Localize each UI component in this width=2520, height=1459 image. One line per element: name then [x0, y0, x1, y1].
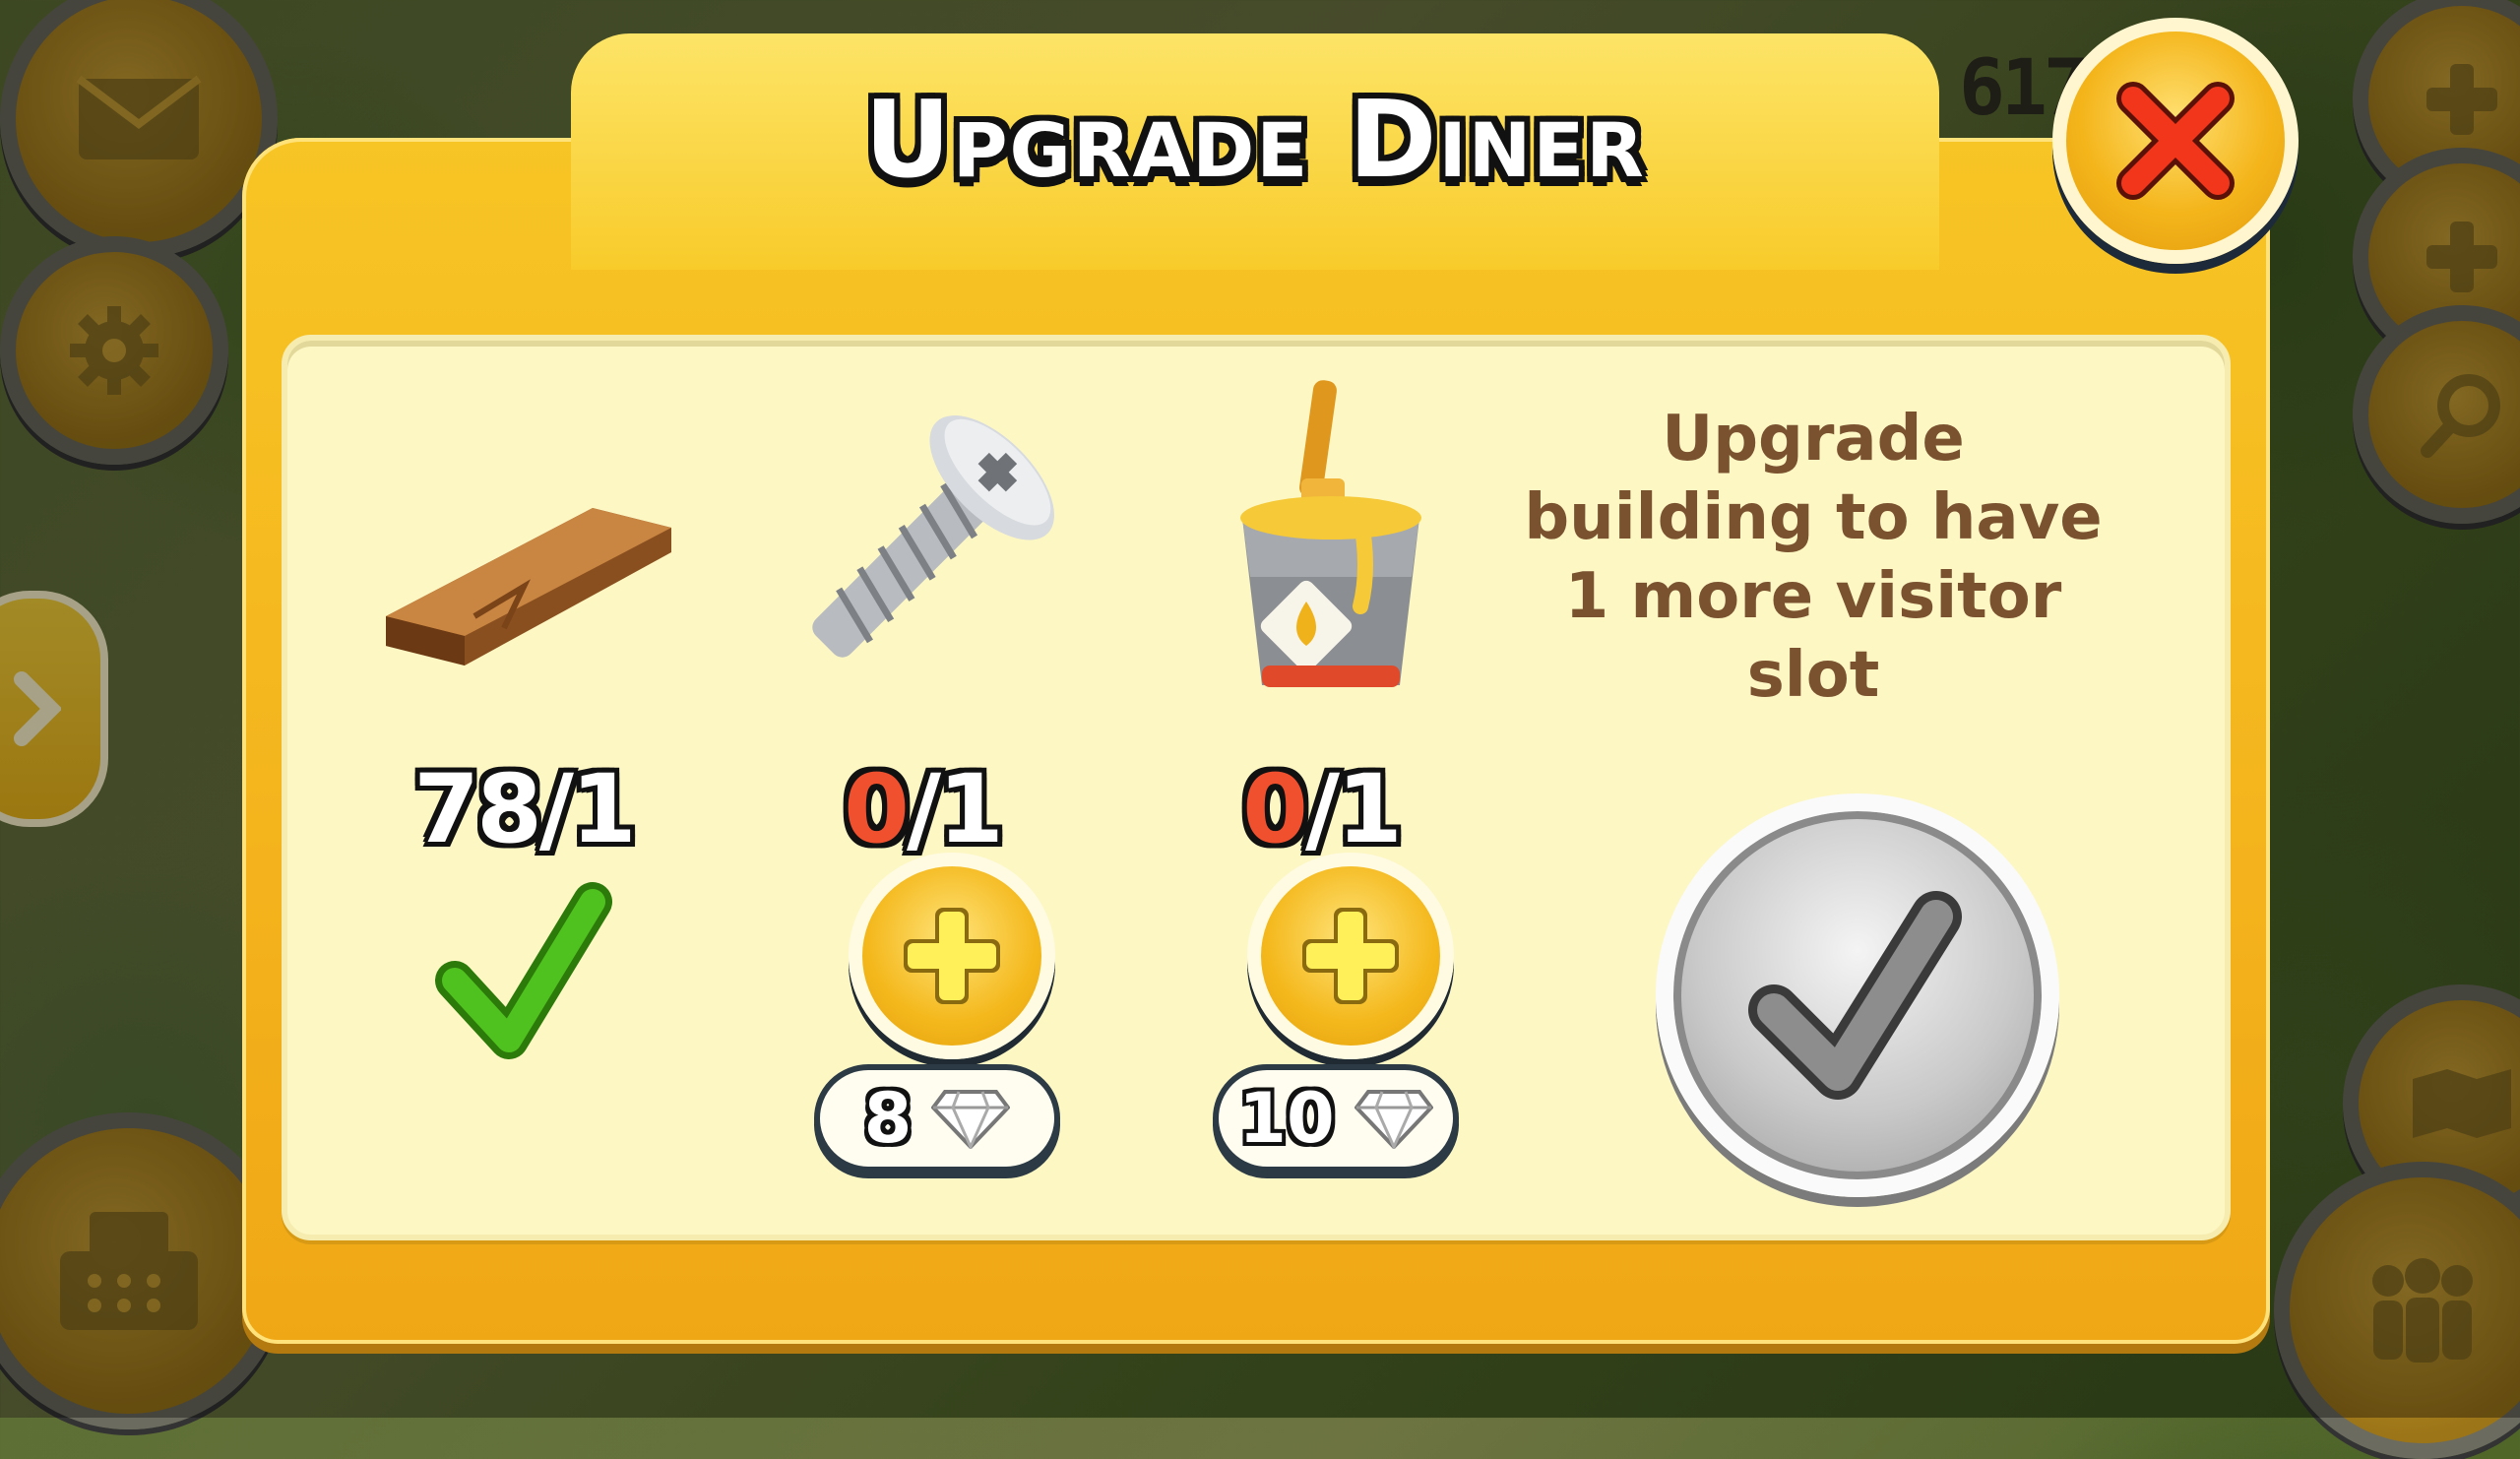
check-icon	[435, 882, 612, 1059]
buy-screw-button[interactable]	[849, 853, 1055, 1059]
paint-bucket-icon	[1240, 380, 1421, 687]
close-icon	[2116, 82, 2235, 200]
plus-icon	[1302, 908, 1399, 1004]
buy-paint-button[interactable]	[1247, 853, 1454, 1059]
screw-icon	[812, 415, 1054, 658]
requirements-panel: 78/1 0/1 8 0/1 10 Upgrade building to ha…	[282, 335, 2231, 1240]
upgrade-description: Upgrade building to have 1 more visitor …	[1524, 403, 2103, 712]
price-tag[interactable]: 10	[1213, 1064, 1459, 1173]
check-icon	[1748, 891, 1962, 1100]
price-value: 10	[1238, 1078, 1335, 1159]
item-quantity: 78/1	[413, 754, 636, 864]
plank-icon	[386, 508, 671, 666]
item-quantity: 0/1	[844, 754, 1004, 864]
diamond-icon	[931, 1090, 1011, 1149]
diamond-icon	[1354, 1090, 1433, 1149]
confirm-upgrade-button[interactable]	[1656, 793, 2059, 1197]
plus-icon	[904, 908, 1000, 1004]
close-button[interactable]	[2052, 18, 2299, 264]
price-tag[interactable]: 8	[814, 1064, 1060, 1173]
item-quantity: 0/1	[1242, 754, 1403, 864]
dialog-title: Upgrade Diner	[864, 79, 1646, 202]
price-value: 8	[863, 1078, 913, 1159]
